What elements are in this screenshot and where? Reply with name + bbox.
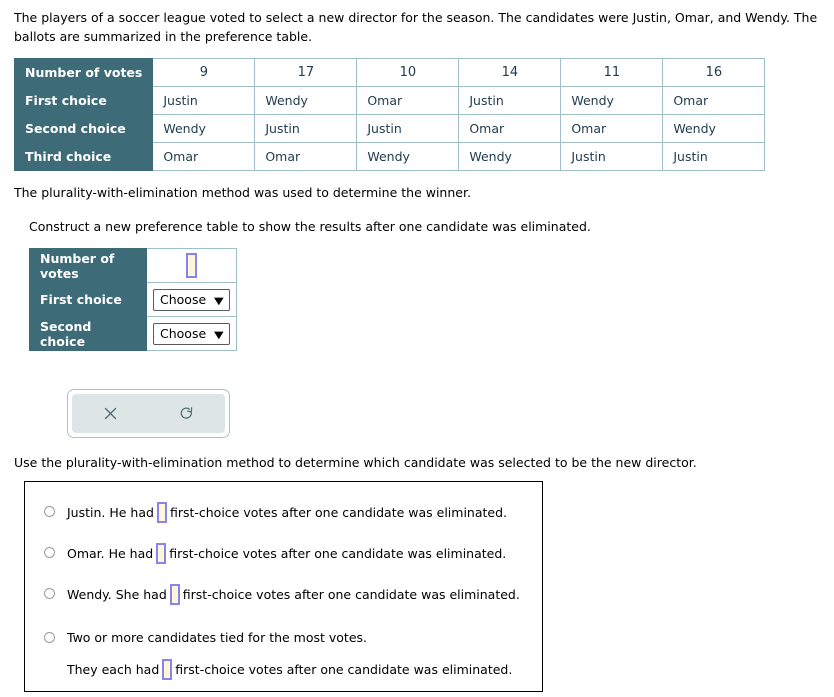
first-choice-select-label: Choose [160, 291, 207, 307]
mc-option-tie-prefix: They each had [67, 662, 160, 677]
wendy-votes-input[interactable] [169, 584, 180, 605]
toolbar-inner [72, 394, 225, 433]
statement-method: The plurality-with-elimination method wa… [14, 185, 471, 200]
first-choice-cell-2: Wendy [254, 86, 358, 115]
row-header-second-choice: Second choice [13, 114, 154, 143]
table-row-first-choice: First choice Justin Wendy Omar Justin We… [13, 86, 766, 115]
mc-option-tie-suffix: first-choice votes after one candidate w… [175, 662, 513, 677]
omar-votes-input[interactable] [156, 543, 167, 564]
table-row-number-of-votes: Number of votes 9 17 10 14 11 16 [13, 58, 766, 87]
row-header-third-choice: Third choice [13, 142, 154, 171]
answer-preference-table: Number of votes First choice Choose ▼ Sec… [29, 248, 237, 351]
mc-option-wendy-suffix: first-choice votes after one candidate w… [182, 587, 520, 602]
third-choice-cell-2: Omar [254, 142, 358, 171]
row-header-number-of-votes: Number of votes [13, 58, 154, 87]
second-choice-cell-5: Omar [560, 114, 664, 143]
mc-option-tie-text: Two or more candidates tied for the most… [67, 630, 368, 645]
answer-votes-cell [146, 248, 237, 283]
multiple-choice-box: Justin. He had first-choice votes after o… [24, 481, 543, 692]
table-row-third-choice: Third choice Omar Omar Wendy Wendy Justi… [13, 142, 766, 171]
clear-button[interactable] [72, 394, 149, 433]
table-row-second-choice: Second choice Wendy Justin Justin Omar O… [13, 114, 766, 143]
third-choice-cell-1: Omar [152, 142, 256, 171]
answer-row-second-choice: Second choice Choose ▼ [29, 316, 237, 351]
third-choice-cell-3: Wendy [356, 142, 460, 171]
statement-construct: Construct a new preference table to show… [29, 219, 591, 234]
first-choice-cell-3: Omar [356, 86, 460, 115]
answer-toolbar [67, 389, 230, 438]
radio-button-wendy[interactable] [44, 588, 55, 599]
mc-option-justin-prefix: Justin. He had [67, 505, 154, 520]
votes-cell-5: 11 [560, 58, 664, 87]
third-choice-cell-6: Justin [662, 142, 766, 171]
second-choice-select-label: Choose [160, 325, 207, 341]
statement-use-method: Use the plurality-with-elimination metho… [14, 455, 697, 470]
answer-row-header-number-of-votes: Number of votes [29, 248, 147, 283]
radio-button-tie[interactable] [44, 632, 55, 643]
answer-second-choice-cell: Choose ▼ [146, 316, 237, 351]
first-choice-cell-6: Omar [662, 86, 766, 115]
mc-option-omar-prefix: Omar. He had [67, 546, 154, 561]
answer-first-choice-cell: Choose ▼ [146, 282, 237, 317]
answer-row-first-choice: First choice Choose ▼ [29, 282, 237, 317]
radio-button-justin[interactable] [44, 506, 55, 517]
votes-cell-3: 10 [356, 58, 460, 87]
mc-option-tie-subline: They each had first-choice votes after on… [67, 659, 513, 681]
justin-votes-input[interactable] [156, 502, 167, 523]
mc-option-tie[interactable]: Two or more candidates tied for the most… [25, 629, 367, 647]
undo-icon [179, 406, 195, 422]
chevron-down-icon: ▼ [214, 295, 224, 307]
mc-option-omar-suffix: first-choice votes after one candidate w… [169, 546, 507, 561]
votes-cell-6: 16 [662, 58, 766, 87]
mc-option-justin[interactable]: Justin. He had first-choice votes after o… [25, 502, 508, 524]
row-header-first-choice: First choice [13, 86, 154, 115]
third-choice-cell-5: Justin [560, 142, 664, 171]
first-choice-cell-4: Justin [458, 86, 562, 115]
mc-option-wendy-text: Wendy. She had first-choice votes after o… [67, 584, 520, 606]
preference-table: Number of votes 9 17 10 14 11 16 First c… [13, 58, 766, 171]
second-choice-select[interactable]: Choose ▼ [153, 322, 230, 345]
first-choice-cell-1: Justin [152, 86, 256, 115]
first-choice-cell-5: Wendy [560, 86, 664, 115]
question-page: The players of a soccer league voted to … [0, 0, 834, 697]
mc-option-wendy-prefix: Wendy. She had [67, 587, 167, 602]
radio-button-omar[interactable] [44, 547, 55, 558]
votes-cell-2: 17 [254, 58, 358, 87]
votes-cell-1: 9 [152, 58, 256, 87]
answer-row-header-first-choice: First choice [29, 282, 147, 317]
second-choice-cell-1: Wendy [152, 114, 256, 143]
mc-option-omar-text: Omar. He had first-choice votes after one… [67, 543, 507, 565]
mc-option-wendy[interactable]: Wendy. She had first-choice votes after o… [25, 584, 520, 606]
answer-row-header-second-choice: Second choice [29, 316, 147, 351]
close-icon [103, 406, 118, 421]
mc-option-omar[interactable]: Omar. He had first-choice votes after one… [25, 543, 507, 565]
second-choice-cell-2: Justin [254, 114, 358, 143]
third-choice-cell-4: Wendy [458, 142, 562, 171]
votes-cell-4: 14 [458, 58, 562, 87]
mc-option-justin-text: Justin. He had first-choice votes after o… [67, 502, 508, 524]
second-choice-cell-6: Wendy [662, 114, 766, 143]
intro-paragraph: The players of a soccer league voted to … [14, 10, 818, 44]
tie-votes-input[interactable] [162, 659, 173, 680]
undo-button[interactable] [149, 394, 226, 433]
second-choice-cell-3: Justin [356, 114, 460, 143]
second-choice-cell-4: Omar [458, 114, 562, 143]
mc-option-justin-suffix: first-choice votes after one candidate w… [169, 505, 508, 520]
answer-row-number-of-votes: Number of votes [29, 248, 237, 283]
first-choice-select[interactable]: Choose ▼ [153, 288, 230, 311]
chevron-down-icon: ▼ [214, 329, 224, 341]
number-of-votes-input[interactable] [185, 253, 197, 278]
